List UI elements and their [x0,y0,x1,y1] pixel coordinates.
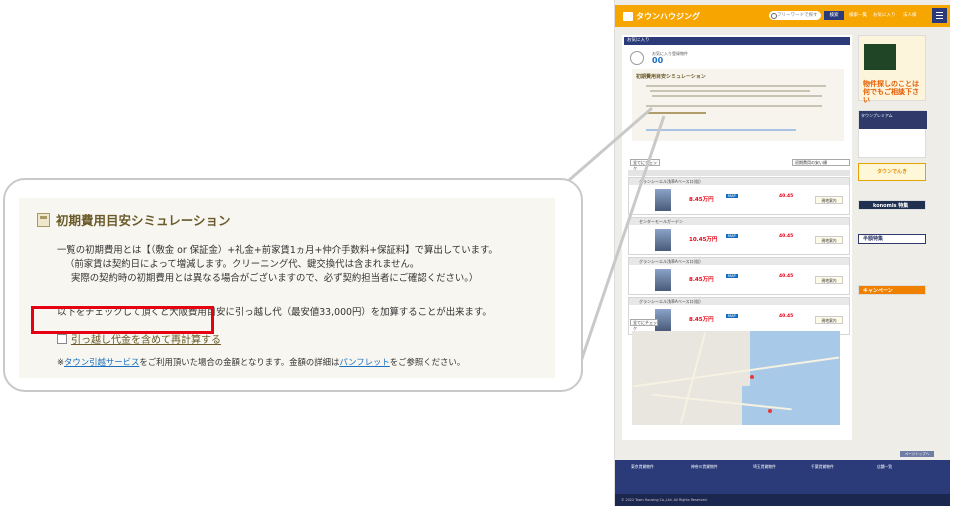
zoom-callout: 初期費用目安シミュレーション 一覧の初期費用とは【（敷金 or 保証金）+礼金+… [3,178,583,392]
highlight-box [31,306,214,334]
screenshot-root: 初期費用目安シミュレーション 一覧の初期費用とは【（敷金 or 保証金）+礼金+… [0,0,957,506]
sim-note: ※タウン引越サービスをご利用頂いた場合の金額となります。金額の詳細はパンフレット… [57,356,465,368]
note-suffix: をご参照ください。 [389,357,466,367]
pamphlet-link[interactable]: パンフレット [339,357,389,367]
simulation-title: 初期費用目安シミュレーション [37,210,231,229]
simulation-title-text: 初期費用目安シミュレーション [56,213,231,228]
simulation-panel: 初期費用目安シミュレーション 一覧の初期費用とは【（敷金 or 保証金）+礼金+… [19,198,555,378]
sim-desc-line2: （前家賃は契約日によって増減します。クリーニング代、鍵交換代は含まれません。 [65,259,420,270]
calculator-icon [37,212,50,227]
sim-desc-line3: 実際の契約時の初期費用とは異なる場合がございますので、必ず契約担当者にご確認くだ… [71,273,479,284]
sim-desc-line1: 一覧の初期費用とは【（敷金 or 保証金）+礼金+前家賃1ヵ月+仲介手数料+保証… [57,245,498,256]
town-moving-service-link[interactable]: タウン引越サービス [64,357,139,367]
note-prefix: ※ [57,357,65,367]
checkbox-box[interactable] [57,333,67,344]
note-mid: をご利用頂いた場合の金額となります。金額の詳細は [139,357,340,367]
